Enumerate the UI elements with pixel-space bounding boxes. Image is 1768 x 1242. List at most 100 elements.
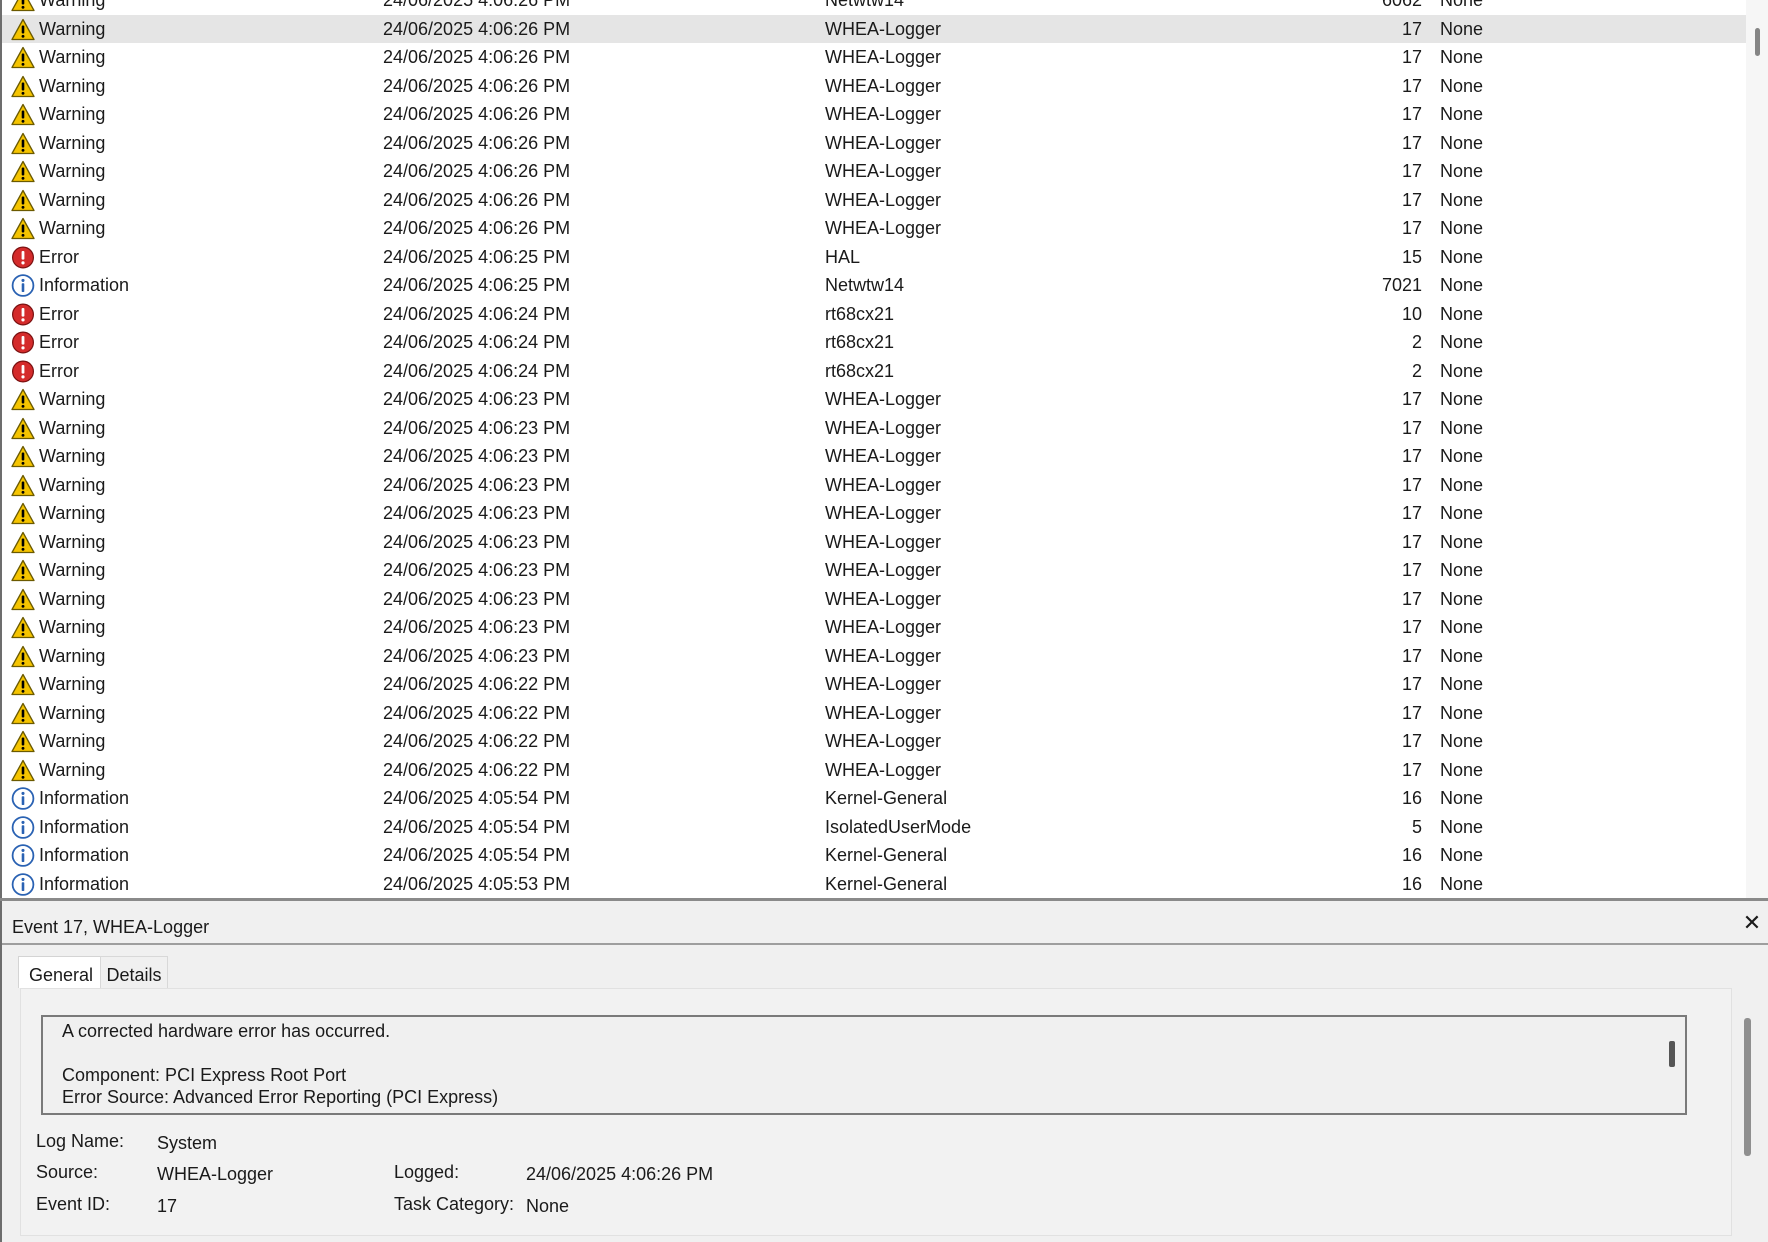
event-id-cell: 16 (1401, 845, 1422, 865)
description-scrollbar-thumb[interactable] (1669, 1041, 1675, 1067)
date-cell: 24/06/2025 4:06:24 PM (383, 332, 571, 352)
warning-icon (11, 46, 35, 69)
event-id-cell: 17 (1401, 474, 1422, 495)
error-icon (11, 331, 35, 354)
source-cell: WHEA-Logger (825, 417, 942, 438)
table-row[interactable]: Warning 24/06/2025 4:06:23 PM WHEA-Logger 1… (2, 528, 1747, 557)
task-category-cell: None (1440, 189, 1484, 210)
table-row[interactable]: Information 24/06/2025 4:05:54 PM Isolated… (2, 813, 1747, 842)
log-name-label: Log Name: (36, 1131, 125, 1151)
table-row[interactable]: Error 24/06/2025 4:06:24 PM rt68cx21 2 None (2, 357, 1747, 386)
information-icon (11, 844, 35, 867)
warning-icon (11, 160, 35, 183)
table-row[interactable]: Warning 24/06/2025 4:06:23 PM WHEA-Logger 1… (2, 642, 1747, 671)
detail-scrollbar-thumb[interactable] (1744, 1018, 1751, 1156)
warning-icon (11, 474, 35, 497)
warning-icon (11, 388, 35, 411)
event-list-scrollbar[interactable] (1746, 0, 1768, 898)
event-list[interactable]: Warning 24/06/2025 4:06:26 PM Netwtw14 6062… (0, 0, 1768, 898)
task-category-cell: None (1440, 759, 1484, 780)
date-cell: 24/06/2025 4:06:26 PM (383, 18, 571, 39)
task-category-cell: None (1440, 588, 1484, 609)
warning-icon (11, 730, 35, 753)
event-id-cell: 17 (1401, 417, 1422, 438)
event-id-cell: 17 (1401, 588, 1422, 609)
source-cell: WHEA-Logger (825, 18, 942, 39)
table-row[interactable]: Warning 24/06/2025 4:06:22 PM WHEA-Logger 1… (2, 756, 1747, 785)
table-row[interactable]: Warning 24/06/2025 4:06:23 PM WHEA-Logger 1… (2, 585, 1747, 614)
source-cell: WHEA-Logger (825, 560, 942, 580)
table-row[interactable]: Error 24/06/2025 4:06:25 PM HAL 15 None (2, 243, 1747, 272)
table-row[interactable]: Information 24/06/2025 4:05:54 PM Kernel-G… (2, 841, 1747, 870)
table-row[interactable]: Warning 24/06/2025 4:06:23 PM WHEA-Logger 1… (2, 471, 1747, 500)
event-id-cell: 17 (1401, 617, 1422, 637)
event-id-cell: 2 (1411, 360, 1422, 381)
warning-icon (11, 217, 35, 240)
tab-details[interactable]: Details (100, 956, 168, 988)
error-icon (11, 360, 35, 383)
table-row[interactable]: Warning 24/06/2025 4:06:26 PM WHEA-Logger 1… (2, 129, 1747, 158)
table-row[interactable]: Warning 24/06/2025 4:06:26 PM WHEA-Logger 1… (2, 72, 1747, 101)
event-id-cell: 6062 (1381, 0, 1422, 10)
table-row[interactable]: Information 24/06/2025 4:06:25 PM Netwtw14… (2, 271, 1747, 300)
level-cell: Warning (39, 18, 106, 39)
close-icon[interactable]: ✕ (1740, 911, 1764, 935)
table-row[interactable]: Warning 24/06/2025 4:06:26 PM Netwtw14 6062… (2, 0, 1747, 15)
table-row[interactable]: Warning 24/06/2025 4:06:23 PM WHEA-Logger 1… (2, 442, 1747, 471)
event-id-cell: 17 (1401, 759, 1422, 780)
source-cell: WHEA-Logger (825, 218, 942, 238)
event-id-cell: 17 (1401, 503, 1422, 523)
tab-general[interactable]: General (18, 956, 105, 988)
level-cell: Warning (39, 389, 106, 409)
table-row[interactable]: Information 24/06/2025 4:05:53 PM Kernel-G… (2, 870, 1747, 899)
table-row[interactable]: Warning 24/06/2025 4:06:26 PM WHEA-Logger 1… (2, 100, 1747, 129)
task-category-label: Task Category: (394, 1194, 515, 1214)
event-rows: Warning 24/06/2025 4:06:26 PM Netwtw14 6062… (2, 0, 1747, 898)
warning-icon (11, 75, 35, 98)
date-cell: 24/06/2025 4:06:23 PM (383, 474, 571, 495)
table-row[interactable]: Warning 24/06/2025 4:06:23 PM WHEA-Logger 1… (2, 556, 1747, 585)
information-icon (11, 872, 35, 896)
table-row[interactable]: Warning 24/06/2025 4:06:26 PM WHEA-Logger 1… (2, 214, 1747, 243)
task-category-cell: None (1440, 246, 1484, 267)
table-row[interactable]: Warning 24/06/2025 4:06:23 PM WHEA-Logger 1… (2, 385, 1747, 414)
warning-icon (11, 18, 35, 41)
table-row[interactable]: Warning 24/06/2025 4:06:26 PM WHEA-Logger 1… (2, 43, 1747, 72)
table-row[interactable]: Warning 24/06/2025 4:06:26 PM WHEA-Logger 1… (2, 186, 1747, 215)
task-category-cell: None (1440, 702, 1484, 723)
table-row[interactable]: Warning 24/06/2025 4:06:23 PM WHEA-Logger 1… (2, 613, 1747, 642)
event-description[interactable]: A corrected hardware error has occurred.… (41, 1015, 1687, 1115)
table-row[interactable]: Warning 24/06/2025 4:06:22 PM WHEA-Logger 1… (2, 727, 1747, 756)
general-tab-panel: A corrected hardware error has occurred.… (20, 988, 1732, 1236)
date-cell: 24/06/2025 4:06:23 PM (383, 531, 571, 552)
table-row[interactable]: Information 24/06/2025 4:05:54 PM Kernel-G… (2, 784, 1747, 813)
table-row[interactable]: Warning 24/06/2025 4:06:22 PM WHEA-Logger 1… (2, 699, 1747, 728)
table-row[interactable]: Warning 24/06/2025 4:06:23 PM WHEA-Logger 1… (2, 499, 1747, 528)
date-cell: 24/06/2025 4:06:22 PM (383, 702, 571, 723)
table-row[interactable]: Warning 24/06/2025 4:06:26 PM WHEA-Logger 1… (2, 157, 1747, 186)
warning-icon (11, 531, 35, 554)
table-row[interactable]: Warning 24/06/2025 4:06:23 PM WHEA-Logger 1… (2, 414, 1747, 443)
level-cell: Warning (39, 503, 106, 523)
warning-icon (11, 759, 35, 782)
date-cell: 24/06/2025 4:05:54 PM (383, 788, 571, 808)
table-row[interactable]: Warning 24/06/2025 4:06:22 PM WHEA-Logger 1… (2, 670, 1747, 699)
source-cell: Kernel-General (825, 873, 948, 894)
event-id-cell: 17 (1401, 161, 1422, 181)
event-id-cell: 17 (1401, 189, 1422, 210)
source-cell: rt68cx21 (825, 360, 895, 381)
task-category-cell: None (1440, 104, 1484, 124)
event-id-cell: 17 (1401, 702, 1422, 723)
event-id-cell: 2 (1411, 332, 1422, 352)
task-category-cell: None (1440, 503, 1484, 523)
table-row[interactable]: Warning 24/06/2025 4:06:26 PM WHEA-Logger 1… (2, 14, 1747, 43)
event-id-cell: 17 (1401, 18, 1422, 39)
source-cell: Kernel-General (825, 845, 948, 865)
source-cell: WHEA-Logger (825, 446, 942, 466)
date-cell: 24/06/2025 4:06:23 PM (383, 560, 571, 580)
table-row[interactable]: Error 24/06/2025 4:06:24 PM rt68cx21 10 None (2, 300, 1747, 329)
table-row[interactable]: Error 24/06/2025 4:06:24 PM rt68cx21 2 None (2, 328, 1747, 357)
date-cell: 24/06/2025 4:06:26 PM (383, 161, 571, 181)
level-cell: Warning (39, 645, 106, 666)
event-list-scrollbar-thumb[interactable] (1755, 28, 1760, 56)
